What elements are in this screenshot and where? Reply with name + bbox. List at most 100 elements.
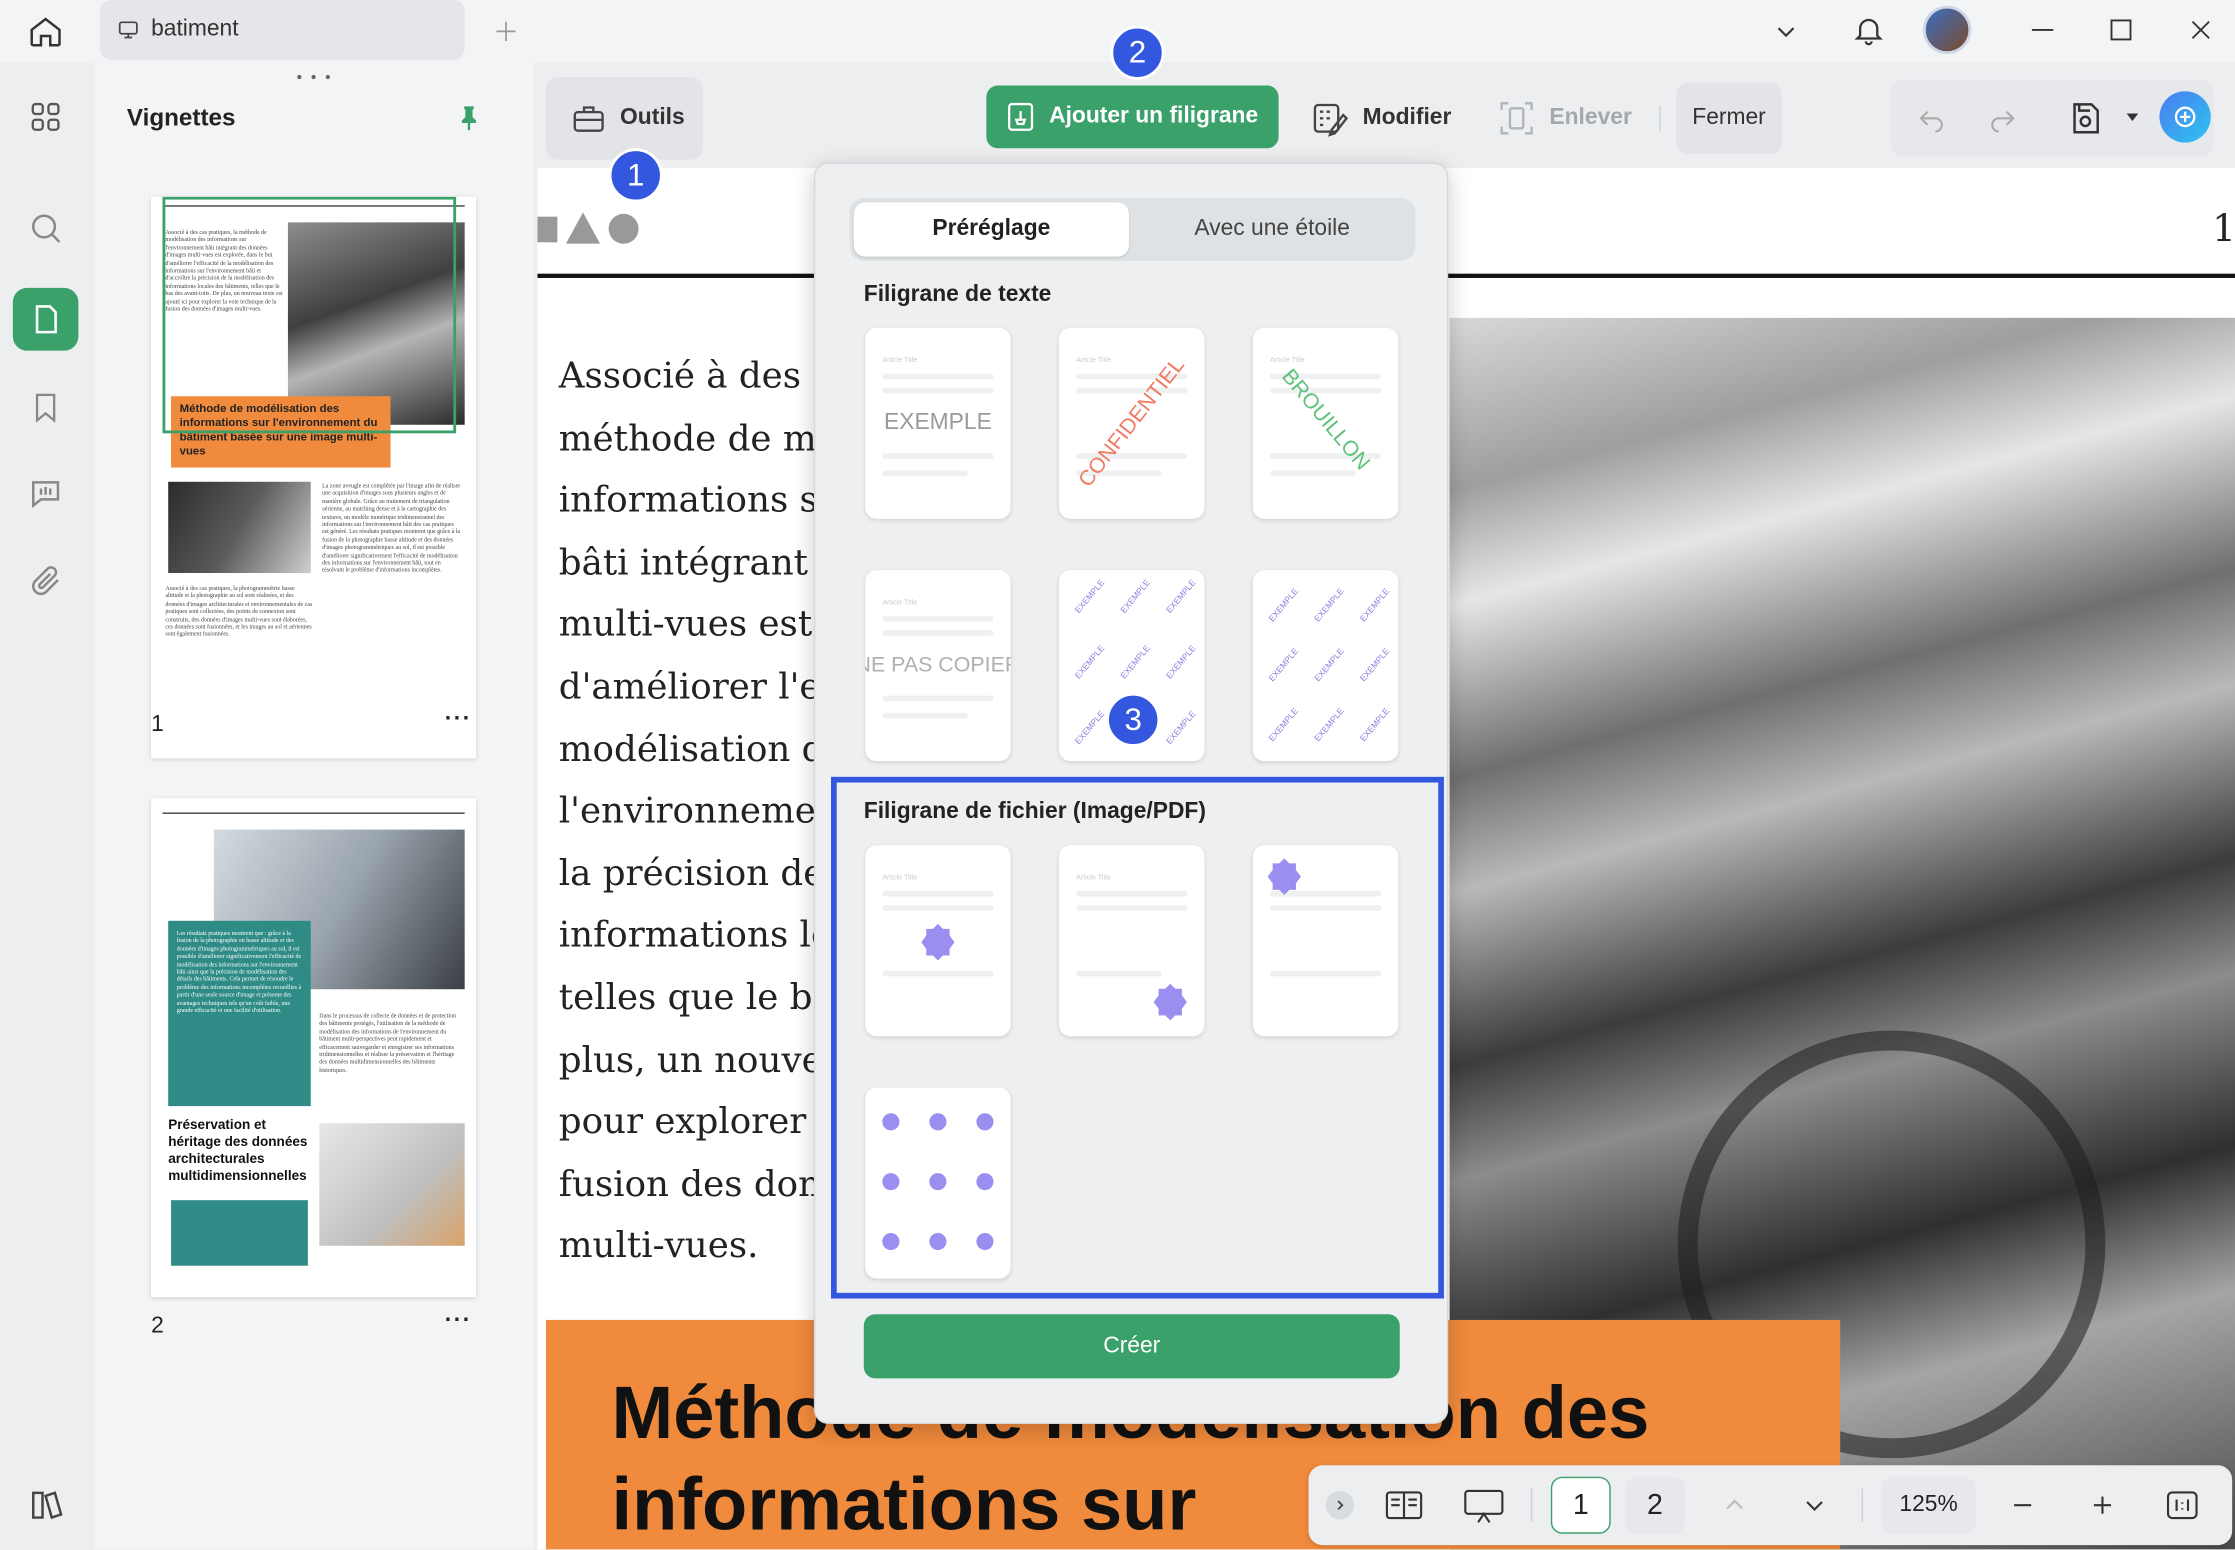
- next-page-chevron-icon[interactable]: [1796, 1488, 1833, 1522]
- tiled-wm-1: EXEMPLE: [1074, 579, 1107, 616]
- thumb2-photo-drawing: [319, 1123, 465, 1246]
- tiled2-wm-3: EXEMPLE: [1359, 587, 1393, 625]
- close-button[interactable]: Fermer: [1676, 82, 1782, 154]
- undo-icon[interactable]: [1910, 97, 1953, 140]
- thumb1-selection-frame: [162, 196, 457, 434]
- tab-preset[interactable]: Préréglage: [853, 202, 1129, 257]
- thumbnails-panel: Vignettes Associé à des cas pratiques, l…: [94, 62, 534, 1550]
- minimize-icon[interactable]: [2021, 9, 2064, 52]
- pin-icon[interactable]: [450, 100, 487, 137]
- zoom-level[interactable]: 125%: [1881, 1476, 1976, 1534]
- presentation-icon[interactable]: [1460, 1485, 1508, 1528]
- actual-size-icon[interactable]: [2161, 1485, 2204, 1525]
- file-card-tiled[interactable]: [865, 1087, 1011, 1279]
- library-icon[interactable]: [13, 1474, 79, 1537]
- drag-handle-icon[interactable]: [296, 74, 330, 80]
- thumbnail-page-1-more[interactable]: ···: [445, 707, 472, 733]
- add-watermark-button[interactable]: Ajouter un filigrane: [986, 85, 1279, 149]
- preset-card-no-copy[interactable]: Article Title NE PAS COPIER: [865, 570, 1011, 762]
- redo-icon[interactable]: [1981, 97, 2024, 140]
- thumbnails-title: Vignettes: [126, 104, 236, 132]
- create-button[interactable]: Créer: [863, 1314, 1400, 1379]
- thumbnail-page-2[interactable]: Les résultats pratiques montrent que : g…: [151, 798, 477, 1298]
- tiled-wm-5: EXEMPLE: [1120, 644, 1153, 682]
- tiled-wm-3: EXEMPLE: [1165, 579, 1199, 616]
- tiled2-wm-4: EXEMPLE: [1268, 647, 1301, 684]
- tiled2-wm-1: EXEMPLE: [1268, 587, 1301, 625]
- tiled2-wm-2: EXEMPLE: [1313, 587, 1347, 625]
- tiled2-wm-9: EXEMPLE: [1359, 707, 1393, 744]
- toolbar-divider: [1659, 105, 1661, 132]
- preset-card-draft[interactable]: Article Title BROUILLON: [1252, 327, 1399, 519]
- tab-with-star[interactable]: Avec une étoile: [1133, 202, 1411, 256]
- new-tab-plus-icon[interactable]: [485, 11, 528, 51]
- doc-paragraph-line: multi-vues est: [558, 603, 813, 645]
- remove-button[interactable]: Enlever: [1490, 77, 1638, 160]
- doc-paragraph-line: méthode de mo: [558, 417, 839, 459]
- save-options-chevron-icon[interactable]: [2118, 103, 2147, 132]
- preset-card-confidential[interactable]: Article Title CONFIDENTIEL: [1059, 327, 1205, 519]
- card-title: Article Title: [882, 873, 918, 883]
- tiled2-wm-6: EXEMPLE: [1359, 647, 1393, 684]
- save-icon[interactable]: [2061, 94, 2109, 142]
- avatar[interactable]: [1922, 5, 1972, 55]
- attachment-icon[interactable]: [13, 550, 79, 613]
- remove-label: Enlever: [1549, 105, 1632, 130]
- step-badge-3: 3: [1106, 692, 1161, 747]
- page-view-icon[interactable]: [1380, 1485, 1428, 1525]
- doc-paragraph-line: la précision de: [558, 852, 825, 894]
- doc-paragraph-line: multi-vues.: [558, 1224, 759, 1267]
- thumb2-teal-text: Les résultats pratiques montrent que : g…: [168, 920, 311, 1107]
- thumb1-col3: Associé à des cas pratiques, la photogra…: [165, 584, 313, 638]
- file-card-top-left[interactable]: [1252, 845, 1399, 1037]
- ai-assistant-icon[interactable]: [2159, 91, 2211, 143]
- bell-icon[interactable]: [1844, 6, 1892, 54]
- page-button-2[interactable]: 2: [1624, 1476, 1685, 1534]
- left-rail: [0, 62, 95, 1550]
- file-card-bottom-right[interactable]: Article Title: [1059, 845, 1205, 1037]
- document-tab-icon: [117, 19, 140, 42]
- grid-icon[interactable]: [13, 86, 79, 149]
- add-watermark-icon: [1003, 98, 1037, 135]
- watermark-toolbar: Outils Ajouter un filigrane Modifier Enl…: [533, 62, 2235, 172]
- modify-label: Modifier: [1362, 105, 1452, 130]
- thumb1-col2: La zone aveugle est complétée par l'imag…: [322, 481, 461, 574]
- badge-shape-icon: [1264, 857, 1304, 897]
- thumb2-teal-block: [171, 1200, 308, 1266]
- doc-heading-line-2: informations sur: [611, 1463, 1197, 1547]
- preset-card-example[interactable]: Article Title EXEMPLE: [865, 327, 1011, 519]
- badge-shape-icon: [1150, 982, 1190, 1022]
- bottombar-divider: [1861, 1488, 1863, 1523]
- step-badge-1: 1: [608, 148, 663, 203]
- tiled-wm-6: EXEMPLE: [1165, 644, 1199, 682]
- search-icon[interactable]: [13, 197, 79, 260]
- previous-page-chevron-icon[interactable]: [1716, 1488, 1753, 1522]
- file-card-center[interactable]: Article Title: [865, 845, 1011, 1037]
- thumbnail-page-1[interactable]: Associé à des cas pratiques, la méthode …: [151, 196, 477, 759]
- zoom-in-icon[interactable]: [2084, 1488, 2121, 1522]
- page-thumbnails-icon[interactable]: [12, 287, 79, 351]
- wm-example-text: EXEMPLE: [884, 410, 992, 435]
- comment-icon[interactable]: [13, 462, 79, 525]
- tiled-wm-8: EXEMPLE: [1165, 710, 1199, 747]
- doc-paragraph-line: Associé à des c: [558, 354, 833, 397]
- text-watermark-section-title: Filigrane de texte: [863, 282, 1052, 307]
- chevron-down-icon[interactable]: [1765, 11, 1808, 51]
- tools-button[interactable]: Outils: [545, 76, 703, 160]
- card-title: Article Title: [882, 356, 918, 365]
- collapse-bar-chevron-icon[interactable]: [1325, 1490, 1355, 1520]
- close-window-icon[interactable]: [2179, 9, 2222, 52]
- modify-button[interactable]: Modifier: [1303, 77, 1467, 160]
- page-button-1[interactable]: 1: [1550, 1476, 1611, 1534]
- preset-card-tiled-example-2[interactable]: EXEMPLE EXEMPLE EXEMPLE EXEMPLE EXEMPLE …: [1252, 570, 1399, 762]
- doc-paragraph: Associé à des c méthode de mo informations…: [559, 345, 842, 1277]
- document-tab[interactable]: batiment: [99, 0, 465, 60]
- bookmark-icon[interactable]: [13, 376, 79, 439]
- maximize-icon[interactable]: [2100, 9, 2143, 52]
- home-icon[interactable]: [20, 9, 71, 55]
- zoom-out-icon[interactable]: [2004, 1488, 2041, 1522]
- tiled-wm-2: EXEMPLE: [1120, 579, 1153, 616]
- doc-paragraph-line: informations s: [558, 479, 818, 521]
- thumbnail-page-2-more[interactable]: ···: [445, 1309, 472, 1335]
- tiled-wm-4: EXEMPLE: [1074, 644, 1107, 682]
